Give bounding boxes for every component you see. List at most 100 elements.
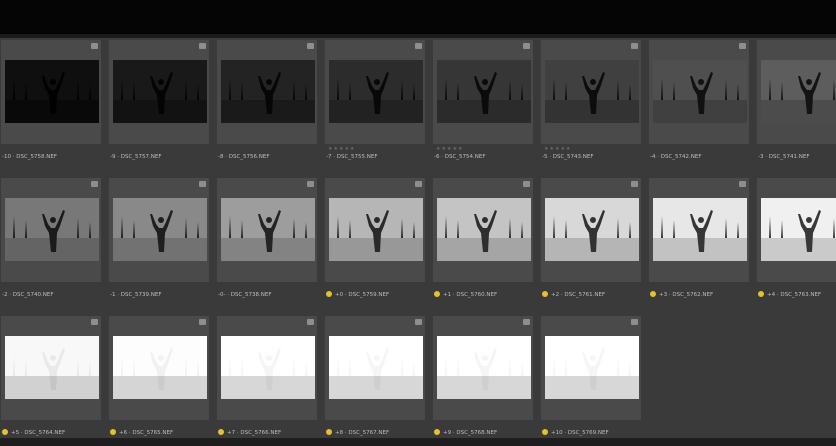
thumbnail-card[interactable] — [217, 178, 317, 282]
thumbnail-cell[interactable]: -2 · DSC_5740.NEF — [0, 178, 102, 306]
photo-thumbnail[interactable] — [761, 60, 836, 123]
color-label-dot-icon[interactable] — [434, 291, 440, 297]
raw-file-badge-icon — [415, 181, 422, 187]
photo-thumbnail[interactable] — [5, 198, 99, 261]
photo-thumbnail[interactable] — [221, 60, 315, 123]
thumbnail-card[interactable] — [433, 178, 533, 282]
thumbnail-cell[interactable]: -10 · DSC_5758.NEF — [0, 40, 102, 168]
color-label-dot-icon[interactable] — [650, 291, 656, 297]
photo-thumbnail[interactable] — [329, 336, 423, 399]
thumbnail-card[interactable] — [325, 178, 425, 282]
photo-thumbnail[interactable] — [221, 336, 315, 399]
filename-label: +6 · DSC_5765.NEF — [110, 428, 210, 438]
filename-label: +8 · DSC_5767.NEF — [326, 428, 426, 438]
thumbnail-cell[interactable]: +3 · DSC_5762.NEF — [648, 178, 750, 306]
thumbnail-card[interactable] — [217, 40, 317, 144]
thumbnail-cell[interactable]: +9 · DSC_5768.NEF — [432, 316, 534, 444]
photo-thumbnail[interactable] — [545, 60, 639, 123]
filename-label: -4 · DSC_5742.NEF — [650, 152, 750, 162]
photo-thumbnail[interactable] — [329, 198, 423, 261]
filename-label: -0- · DSC_5738.NEF — [218, 290, 318, 300]
thumbnail-card[interactable] — [109, 178, 209, 282]
thumbnail-card[interactable] — [1, 40, 101, 144]
photo-thumbnail[interactable] — [5, 60, 99, 123]
filename-text: -8 · DSC_5756.NEF — [218, 154, 270, 160]
photo-thumbnail[interactable] — [329, 60, 423, 123]
photo-thumbnail[interactable] — [5, 336, 99, 399]
thumbnail-card[interactable] — [433, 40, 533, 144]
thumbnail-cell[interactable]: +5 · DSC_5764.NEF — [0, 316, 102, 444]
color-label-dot-icon[interactable] — [542, 429, 548, 435]
raw-file-badge-icon — [307, 319, 314, 325]
thumbnail-card[interactable] — [325, 40, 425, 144]
thumbnail-cell[interactable]: +10 · DSC_5769.NEF — [540, 316, 642, 444]
filename-text: +9 · DSC_5768.NEF — [443, 430, 498, 436]
photo-thumbnail[interactable] — [437, 198, 531, 261]
thumbnail-card[interactable] — [541, 178, 641, 282]
thumbnail-cell[interactable]: -9 · DSC_5757.NEF — [108, 40, 210, 168]
raw-file-badge-icon — [631, 43, 638, 49]
thumbnail-cell[interactable]: -4 · DSC_5742.NEF — [648, 40, 750, 168]
thumbnail-card[interactable] — [109, 316, 209, 420]
photo-thumbnail[interactable] — [545, 198, 639, 261]
thumbnail-cell[interactable]: +4 · DSC_5763.NEF — [756, 178, 836, 306]
photo-thumbnail[interactable] — [113, 60, 207, 123]
photo-thumbnail[interactable] — [113, 198, 207, 261]
thumbnail-cell[interactable]: +1 · DSC_5760.NEF — [432, 178, 534, 306]
photo-thumbnail[interactable] — [437, 336, 531, 399]
thumbnail-cell[interactable]: +7 · DSC_5766.NEF — [216, 316, 318, 444]
photo-thumbnail[interactable] — [653, 60, 747, 123]
thumbnail-cell[interactable]: +8 · DSC_5767.NEF — [324, 316, 426, 444]
color-label-dot-icon[interactable] — [326, 429, 332, 435]
bottom-bar — [0, 438, 836, 446]
photo-thumbnail[interactable] — [761, 198, 836, 261]
filename-text: +7 · DSC_5766.NEF — [227, 430, 282, 436]
raw-file-badge-icon — [739, 43, 746, 49]
raw-file-badge-icon — [91, 43, 98, 49]
filename-text: +5 · DSC_5764.NEF — [11, 430, 66, 436]
thumbnail-cell[interactable]: -1 · DSC_5739.NEF — [108, 178, 210, 306]
color-label-dot-icon[interactable] — [542, 291, 548, 297]
thumbnail-cell[interactable]: +2 · DSC_5761.NEF — [540, 178, 642, 306]
photo-thumbnail[interactable] — [221, 198, 315, 261]
photo-thumbnail[interactable] — [545, 336, 639, 399]
thumbnail-cell[interactable]: -8 · DSC_5756.NEF — [216, 40, 318, 168]
color-label-dot-icon[interactable] — [434, 429, 440, 435]
thumbnail-card[interactable] — [649, 40, 749, 144]
color-label-dot-icon[interactable] — [2, 429, 8, 435]
filename-label: -8 · DSC_5756.NEF — [218, 152, 318, 162]
raw-file-badge-icon — [91, 319, 98, 325]
color-label-dot-icon[interactable] — [110, 429, 116, 435]
photo-thumbnail[interactable] — [113, 336, 207, 399]
thumbnail-card[interactable] — [217, 316, 317, 420]
thumbnail-card[interactable] — [757, 40, 836, 144]
raw-file-badge-icon — [91, 181, 98, 187]
thumbnail-cell[interactable]: -3 · DSC_5741.NEF — [756, 40, 836, 168]
thumbnail-card[interactable] — [757, 178, 836, 282]
filename-label: -1 · DSC_5739.NEF — [110, 290, 210, 300]
thumbnail-card[interactable] — [541, 40, 641, 144]
thumbnail-cell[interactable]: +0 · DSC_5759.NEF — [324, 178, 426, 306]
filename-label: -2 · DSC_5740.NEF — [2, 290, 102, 300]
thumbnail-card[interactable] — [325, 316, 425, 420]
thumbnail-cell[interactable]: +6 · DSC_5765.NEF — [108, 316, 210, 444]
thumbnail-cell[interactable]: -0- · DSC_5738.NEF — [216, 178, 318, 306]
filename-text: +10 · DSC_5769.NEF — [551, 430, 609, 436]
thumbnail-card[interactable] — [541, 316, 641, 420]
color-label-dot-icon[interactable] — [326, 291, 332, 297]
thumbnail-card[interactable] — [433, 316, 533, 420]
color-label-dot-icon[interactable] — [218, 429, 224, 435]
thumbnail-card[interactable] — [1, 316, 101, 420]
photo-thumbnail[interactable] — [653, 198, 747, 261]
filename-text: -6 · DSC_5754.NEF — [434, 154, 486, 160]
thumbnail-cell[interactable]: ★★★★★ -6 · DSC_5754.NEF — [432, 40, 534, 168]
filename-text: +4 · DSC_5763.NEF — [767, 292, 822, 298]
filename-text: -2 · DSC_5740.NEF — [2, 292, 54, 298]
thumbnail-cell[interactable]: ★★★★★ -5 · DSC_5743.NEF — [540, 40, 642, 168]
thumbnail-cell[interactable]: ★★★★★ -7 · DSC_5755.NEF — [324, 40, 426, 168]
color-label-dot-icon[interactable] — [758, 291, 764, 297]
thumbnail-card[interactable] — [1, 178, 101, 282]
photo-thumbnail[interactable] — [437, 60, 531, 123]
thumbnail-card[interactable] — [649, 178, 749, 282]
thumbnail-card[interactable] — [109, 40, 209, 144]
